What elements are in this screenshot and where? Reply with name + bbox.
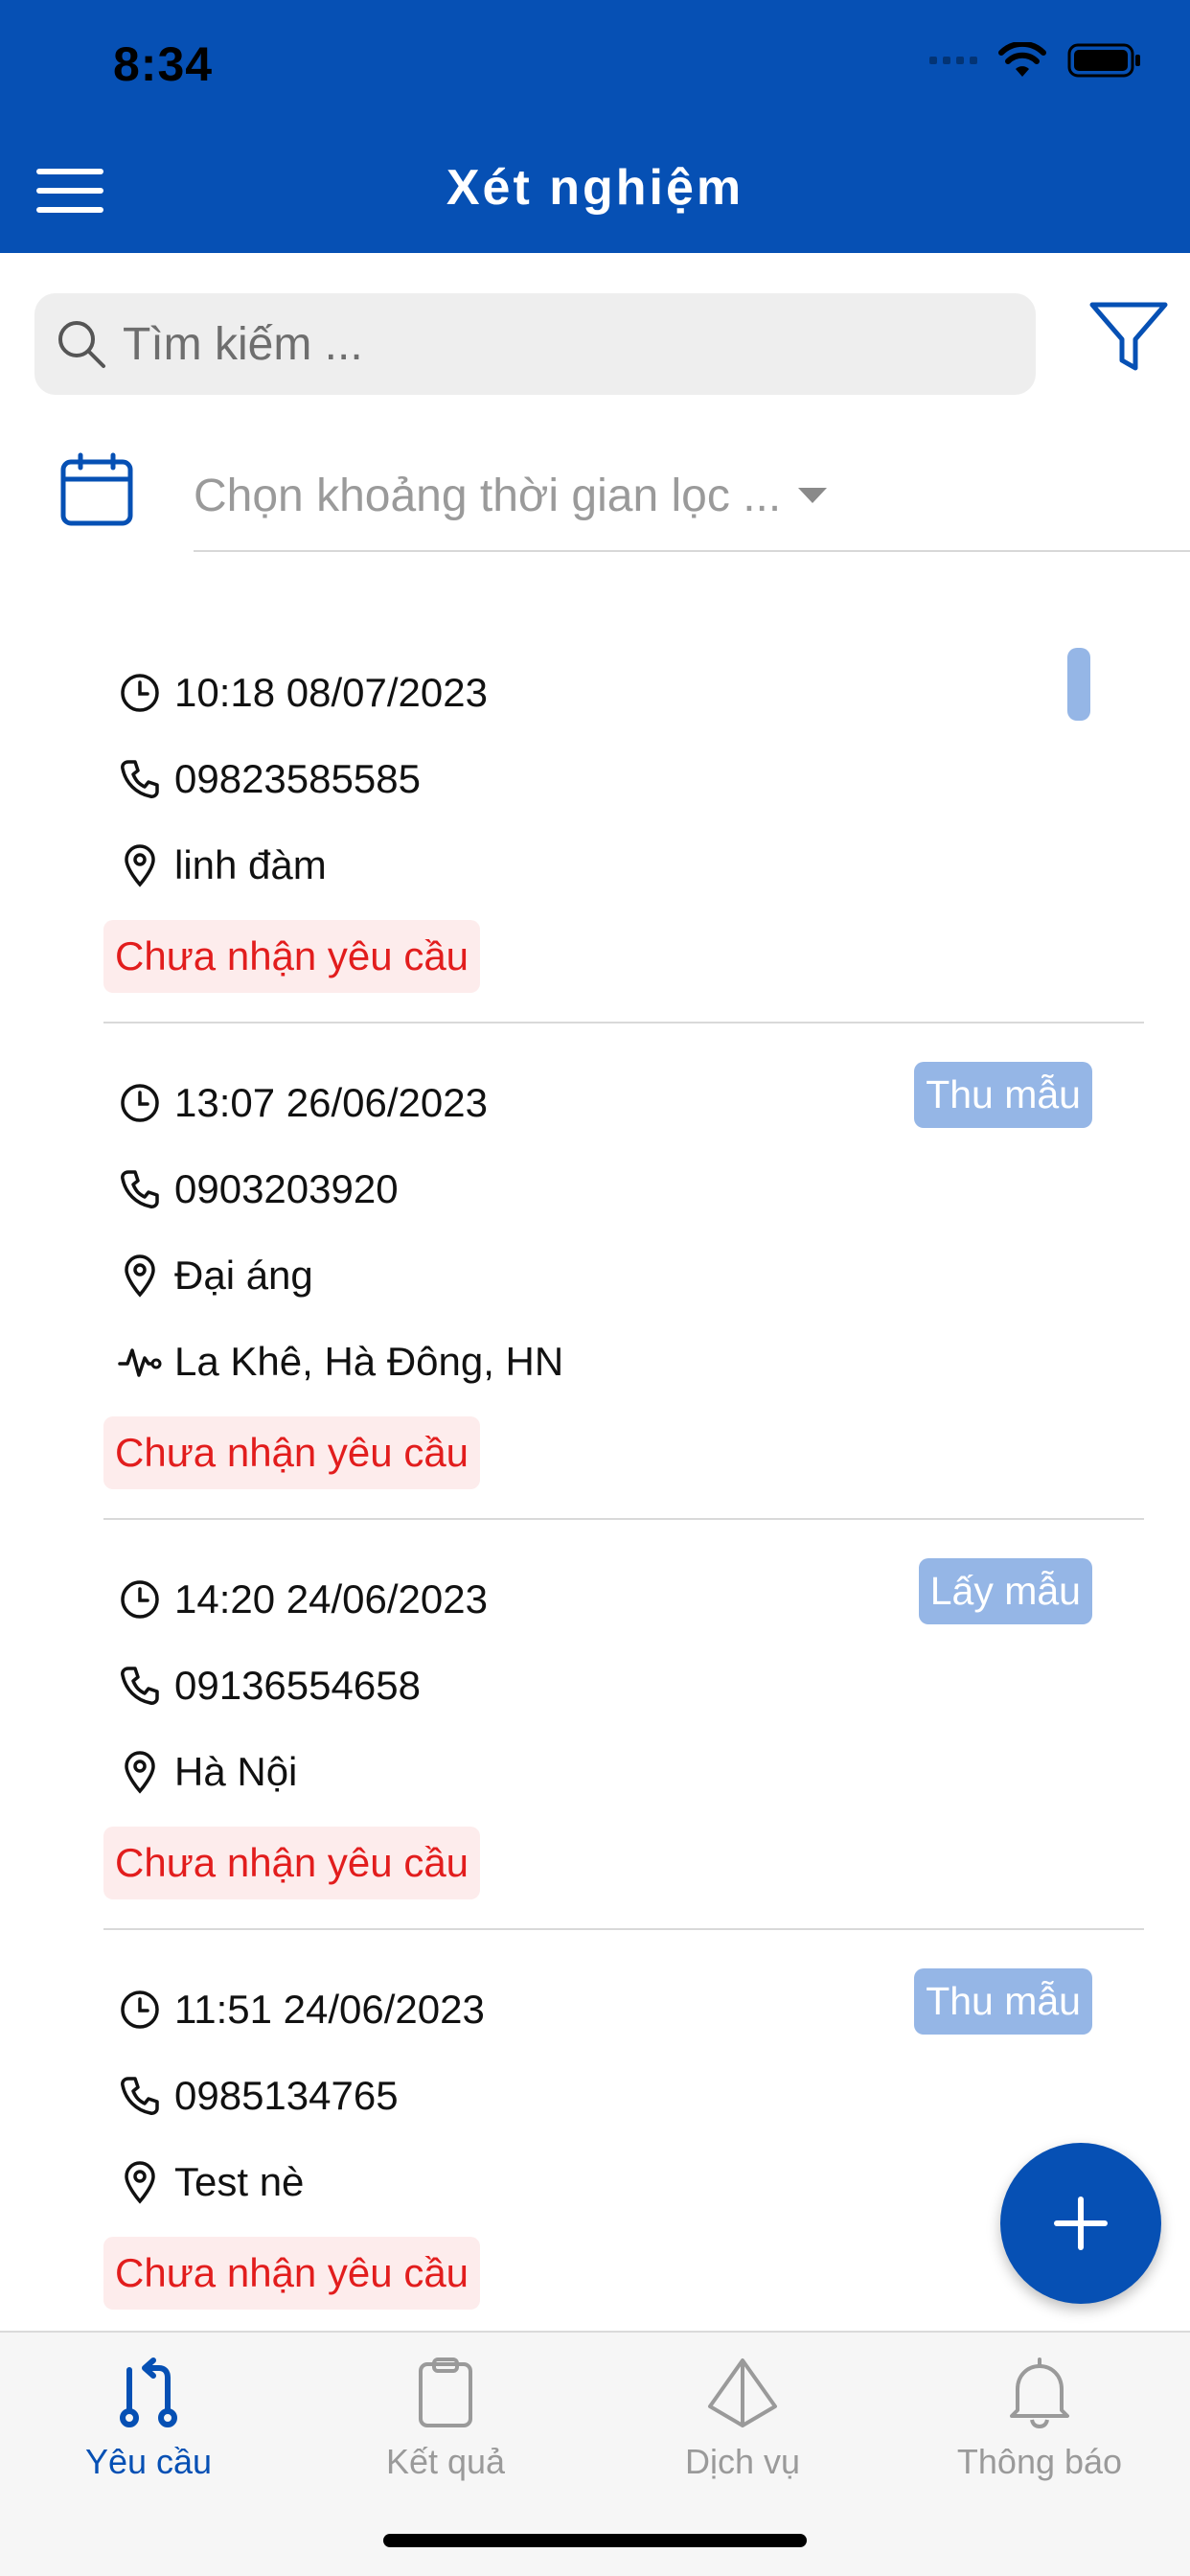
request-time: 10:18 08/07/2023 <box>174 670 488 715</box>
page-title: Xét nghiệm <box>446 160 744 216</box>
phone-icon <box>117 2073 163 2119</box>
location-pin-icon <box>117 1253 163 1299</box>
phone-icon <box>117 1166 163 1212</box>
signal-icon <box>929 57 977 64</box>
clipboard-icon <box>419 2358 472 2427</box>
calendar-icon[interactable] <box>59 452 134 527</box>
tab-label: Thông báo <box>956 2442 1123 2481</box>
request-time: 14:20 24/06/2023 <box>174 1576 488 1622</box>
scroll-indicator <box>1067 648 1090 721</box>
phone-icon <box>117 1663 163 1709</box>
phone-icon <box>117 756 163 802</box>
request-phone-row: 0985134765 <box>103 2053 1144 2139</box>
clock-icon <box>117 1576 163 1622</box>
status-badge: Chưa nhận yêu cầu <box>103 920 481 993</box>
request-card[interactable]: Thu mẫu 13:07 26/06/2023 0903203920 Đại … <box>103 1024 1144 1520</box>
request-time: 11:51 24/06/2023 <box>174 1987 485 2032</box>
clock-icon <box>117 670 163 716</box>
wifi-icon <box>998 42 1046 77</box>
request-phone: 09136554658 <box>174 1663 421 1708</box>
status-bar-icons <box>929 42 1142 79</box>
request-type-tag: Lấy mẫu <box>918 1558 1092 1624</box>
request-phone: 0903203920 <box>174 1166 399 1211</box>
pull-request-icon <box>120 2358 177 2427</box>
date-range-select[interactable]: Chọn khoảng thời gian lọc ... <box>194 441 1190 552</box>
tab-requests[interactable]: Yêu cầu <box>0 2350 297 2482</box>
filter-button[interactable] <box>1087 299 1174 385</box>
tab-label: Yêu cầu <box>84 2442 213 2481</box>
location-pin-icon <box>117 2159 163 2205</box>
clock-icon <box>117 1987 163 2033</box>
tab-services[interactable]: Dịch vụ <box>594 2350 891 2482</box>
request-list: 10:18 08/07/2023 09823585585 linh đàm Ch… <box>103 613 1144 2340</box>
home-indicator[interactable] <box>383 2534 807 2547</box>
request-location-row: Hà Nội <box>103 1729 1144 1815</box>
request-location-row: Test nè <box>103 2139 1144 2225</box>
request-location-row: linh đàm <box>103 822 1144 908</box>
location-pin-icon <box>117 1749 163 1795</box>
pulse-icon <box>117 1339 163 1385</box>
request-type-tag: Thu mẫu <box>914 1968 1092 2035</box>
request-location: linh đàm <box>174 842 327 887</box>
chevron-down-icon <box>798 488 828 503</box>
location-pin-icon <box>117 842 163 888</box>
request-location-row: Đại áng <box>103 1232 1144 1319</box>
search-bar[interactable] <box>34 293 1036 395</box>
status-badge: Chưa nhận yêu cầu <box>103 1416 481 1489</box>
request-service-location-row: La Khê, Hà Đông, HN <box>103 1319 1144 1405</box>
request-phone: 0985134765 <box>174 2073 399 2118</box>
request-service-location: La Khê, Hà Đông, HN <box>174 1339 564 1384</box>
status-badge: Chưa nhận yêu cầu <box>103 1827 481 1899</box>
add-request-button[interactable] <box>1000 2143 1161 2304</box>
request-card[interactable]: 10:18 08/07/2023 09823585585 linh đàm Ch… <box>103 613 1144 1024</box>
request-location: Hà Nội <box>174 1749 298 1794</box>
bell-icon <box>1010 2358 1069 2429</box>
prism-icon <box>708 2358 777 2427</box>
tab-results[interactable]: Kết quả <box>297 2350 594 2482</box>
tab-label: Dịch vụ <box>684 2442 801 2481</box>
tab-notifications[interactable]: Thông báo <box>891 2350 1188 2482</box>
date-range-placeholder: Chọn khoảng thời gian lọc ... <box>194 470 782 521</box>
request-time-row: 10:18 08/07/2023 <box>103 650 1144 736</box>
request-type-tag: Thu mẫu <box>914 1062 1092 1128</box>
search-input[interactable] <box>123 317 985 371</box>
request-location: Test nè <box>174 2159 305 2204</box>
app-header: 8:34 Xét nghiệm <box>0 0 1190 253</box>
status-bar-time: 8:34 <box>113 37 214 91</box>
battery-icon <box>1067 43 1140 78</box>
request-time: 13:07 26/06/2023 <box>174 1080 488 1125</box>
tab-label: Kết quả <box>385 2442 506 2481</box>
request-phone-row: 0903203920 <box>103 1146 1144 1232</box>
request-card[interactable]: Lấy mẫu 14:20 24/06/2023 09136554658 Hà … <box>103 1520 1144 1930</box>
request-phone: 09823585585 <box>174 756 421 801</box>
request-card[interactable]: Thu mẫu 11:51 24/06/2023 0985134765 Test… <box>103 1930 1144 2340</box>
request-phone-row: 09823585585 <box>103 736 1144 822</box>
status-badge: Chưa nhận yêu cầu <box>103 2237 481 2310</box>
search-icon <box>58 321 105 368</box>
request-phone-row: 09136554658 <box>103 1643 1144 1729</box>
request-location: Đại áng <box>174 1253 313 1298</box>
clock-icon <box>117 1080 163 1126</box>
filter-icon <box>1089 302 1168 371</box>
